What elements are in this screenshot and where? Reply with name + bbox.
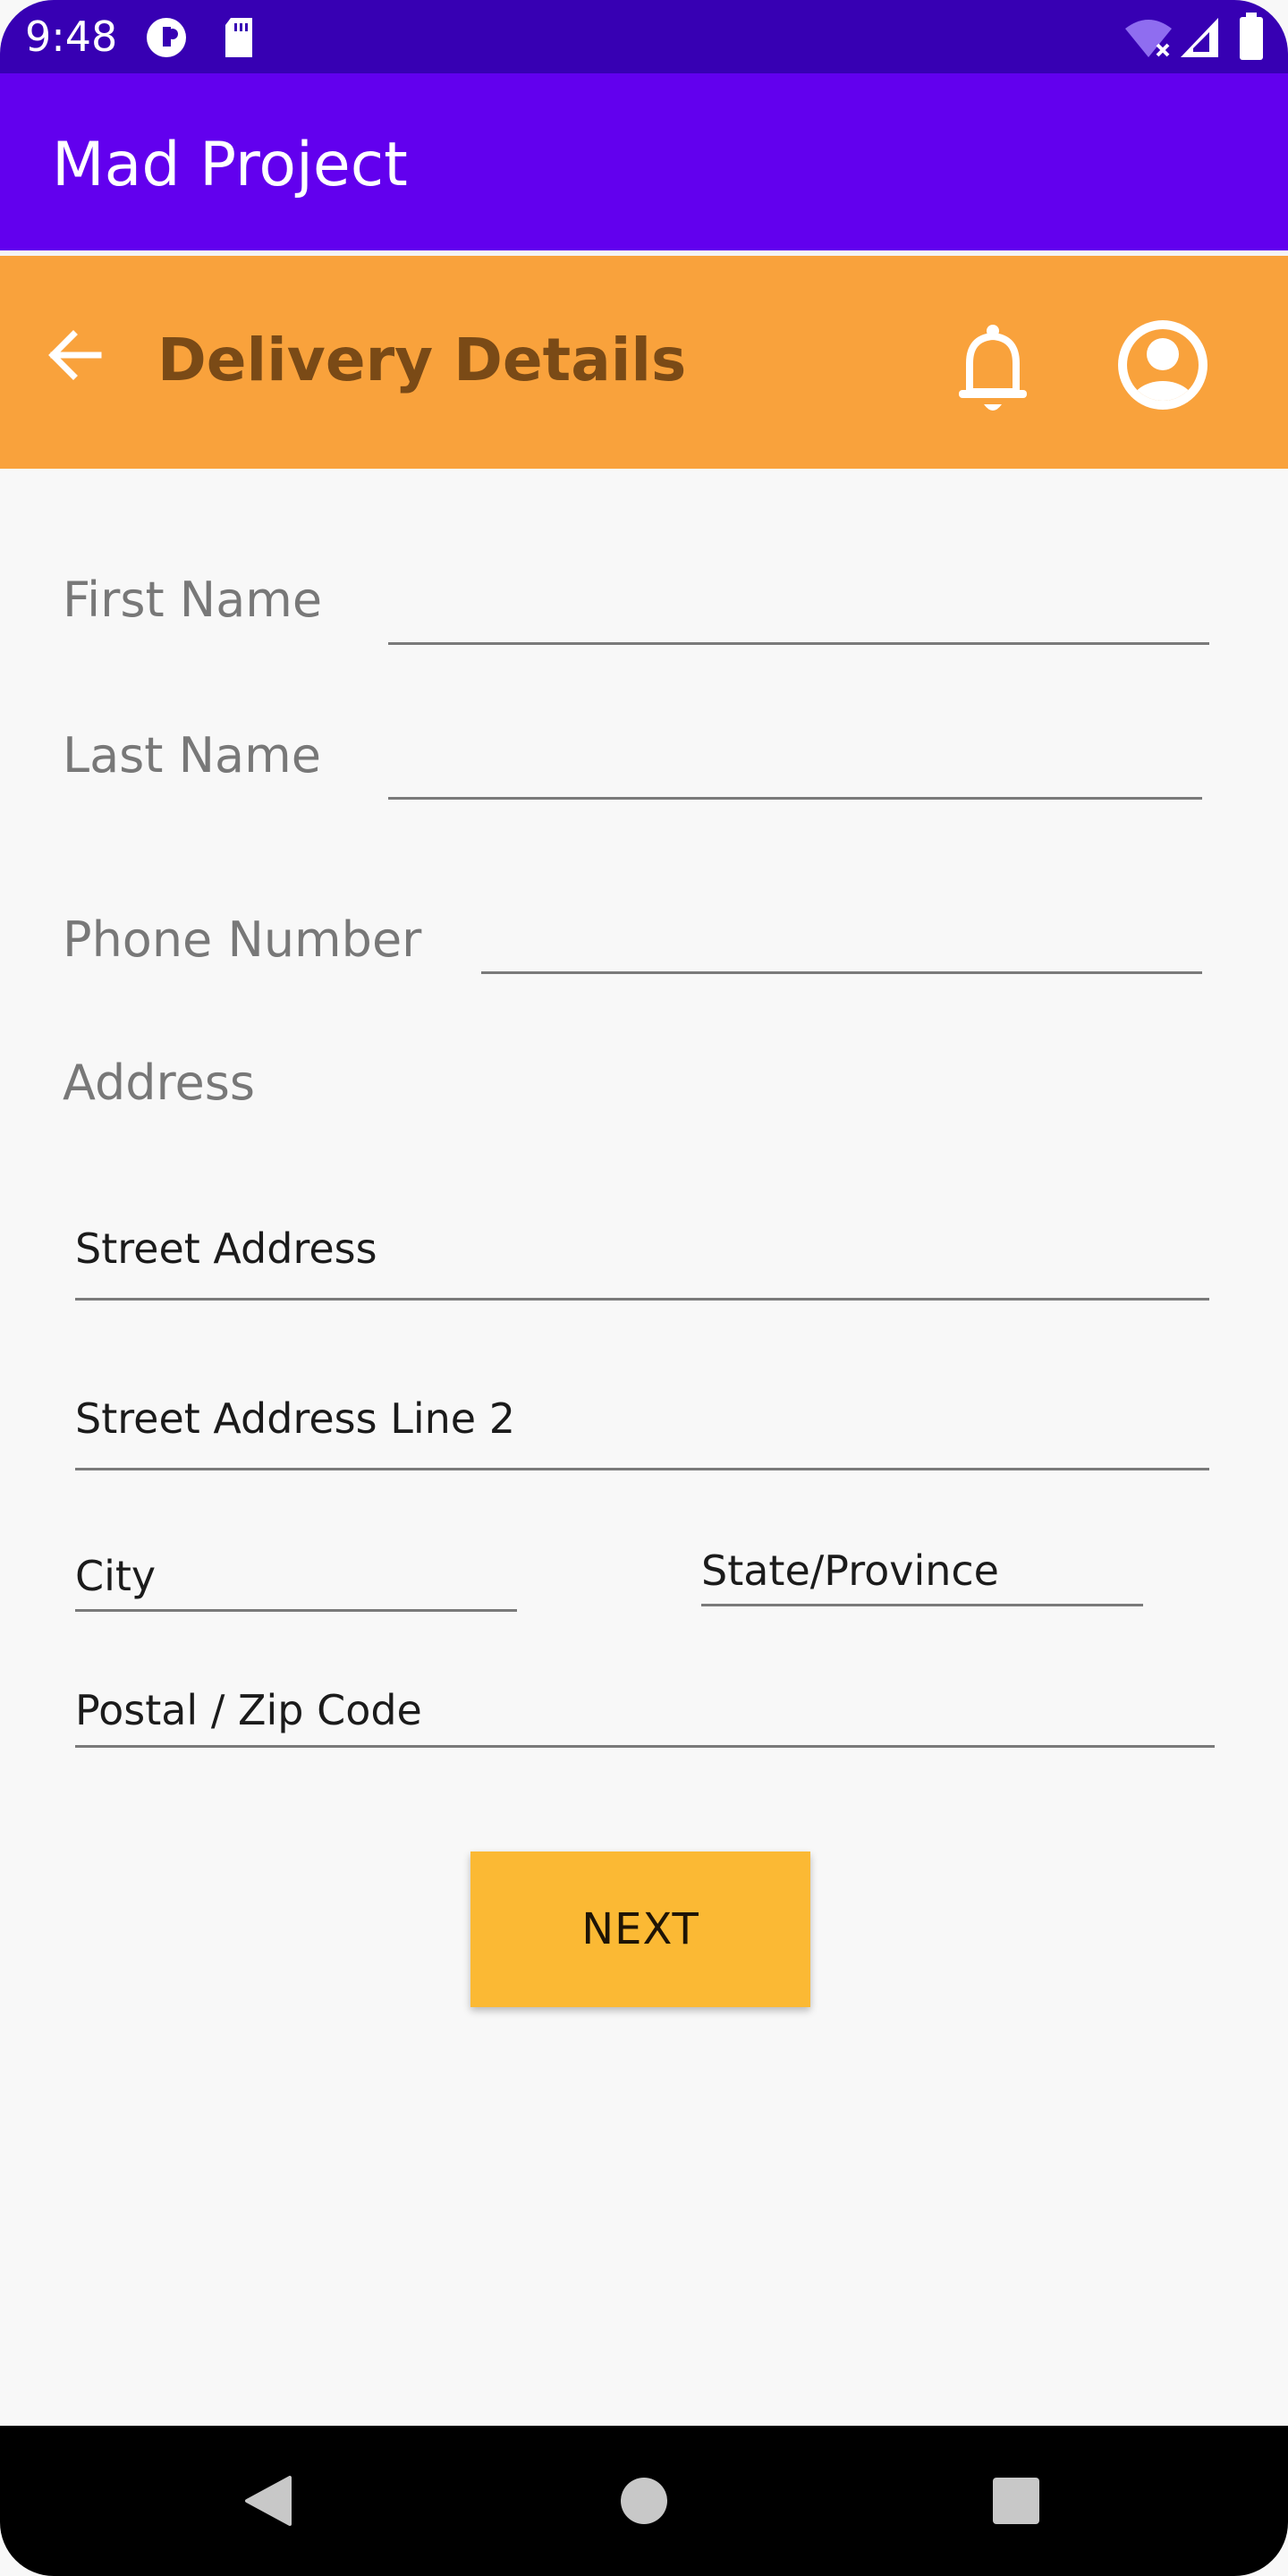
arrow-left-icon[interactable] [47, 327, 102, 383]
first-name-input[interactable] [388, 642, 1209, 645]
signal-icon [1181, 18, 1218, 57]
postal-zip-code-underline [75, 1745, 1215, 1748]
state-province-underline [701, 1604, 1143, 1606]
battery-icon [1240, 13, 1263, 60]
address-label: Address [63, 1055, 256, 1111]
app-title: Mad Project [52, 130, 408, 200]
street-address-line2-input[interactable]: Street Address Line 2 [75, 1392, 515, 1445]
street-address-line2-underline [75, 1468, 1209, 1470]
account-circle-icon[interactable] [1116, 318, 1209, 411]
next-button[interactable]: NEXT [470, 1852, 810, 2007]
wifi-off-icon [1125, 20, 1172, 57]
status-bar [0, 0, 1288, 73]
bell-icon[interactable] [952, 324, 1034, 417]
street-address-input[interactable]: Street Address [75, 1222, 377, 1275]
state-province-input[interactable]: State/Province [701, 1544, 999, 1597]
status-time: 9:48 [25, 13, 118, 61]
triangle-back-icon[interactable] [243, 2474, 293, 2528]
phone-number-label: Phone Number [63, 911, 422, 968]
postal-zip-code-input[interactable]: Postal / Zip Code [75, 1683, 422, 1737]
phone-number-input[interactable] [481, 971, 1202, 974]
header-title: Delivery Details [157, 326, 687, 394]
city-underline [75, 1609, 517, 1612]
square-recents-icon[interactable] [991, 2476, 1041, 2526]
first-name-label: First Name [63, 572, 323, 628]
street-address-underline [75, 1298, 1209, 1301]
vpn-key-icon [147, 18, 186, 57]
last-name-label: Last Name [63, 727, 321, 784]
circle-home-icon[interactable] [619, 2476, 669, 2526]
sd-card-icon [225, 18, 252, 57]
last-name-input[interactable] [388, 797, 1202, 800]
city-input[interactable]: City [75, 1549, 156, 1603]
